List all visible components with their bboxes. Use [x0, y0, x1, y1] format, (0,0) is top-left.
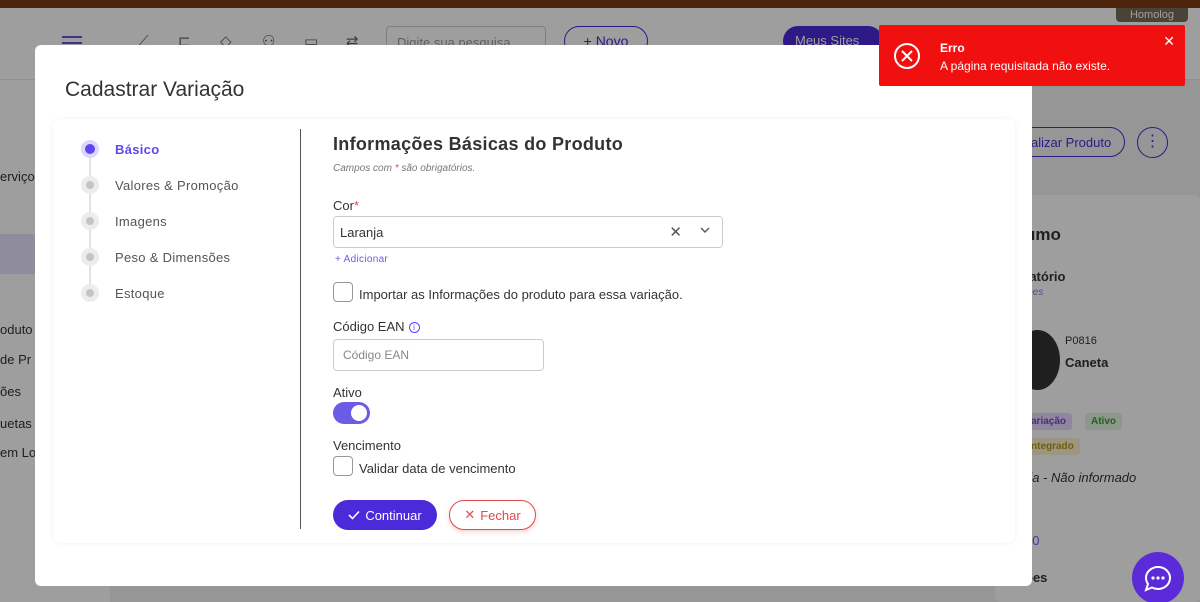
note-prefix: Campos com: [333, 163, 392, 174]
import-info-label[interactable]: Importar as Informações do produto para …: [359, 287, 683, 302]
info-icon[interactable]: i: [408, 322, 420, 333]
step-basico[interactable]: Básico: [81, 139, 159, 159]
color-selected-value: Laranja: [340, 225, 384, 240]
step-dot: [81, 284, 99, 302]
step-label: Básico: [115, 141, 160, 157]
step-estoque[interactable]: Estoque: [81, 283, 165, 303]
active-toggle[interactable]: [333, 402, 370, 424]
step-dot: [81, 248, 99, 266]
required-star: *: [394, 163, 399, 174]
required-fields-note: Campos com * são obrigatórios.: [333, 163, 475, 174]
required-star: *: [353, 198, 360, 213]
toast-title: Erro: [940, 41, 965, 55]
import-info-checkbox[interactable]: [333, 282, 353, 302]
ean-input[interactable]: [333, 339, 544, 371]
modal-title: Cadastrar Variação: [65, 78, 245, 101]
toggle-knob: [351, 405, 367, 421]
ean-label: Código EAN i: [333, 319, 420, 334]
color-label: Cor*: [333, 198, 359, 213]
chevron-down-icon[interactable]: [700, 225, 710, 235]
step-label: Peso & Dimensões: [115, 249, 231, 265]
close-icon[interactable]: ✕: [1163, 33, 1175, 50]
clear-icon[interactable]: ✕: [669, 223, 682, 241]
step-label: Valores & Promoção: [115, 177, 239, 193]
color-select[interactable]: Laranja ✕: [333, 216, 723, 248]
step-label: Estoque: [115, 285, 165, 301]
close-button[interactable]: ✕ Fechar: [449, 500, 536, 530]
validate-expiry-label[interactable]: Validar data de vencimento: [359, 461, 516, 476]
close-icon: ✕: [464, 507, 476, 522]
step-dot: [81, 212, 99, 230]
color-label-text: Cor: [333, 198, 354, 213]
active-label: Ativo: [333, 385, 362, 400]
chat-button[interactable]: [1132, 552, 1184, 602]
step-valores-promocao[interactable]: Valores & Promoção: [81, 175, 239, 195]
form-title: Informações Básicas do Produto: [333, 134, 624, 154]
ean-label-text: Código EAN: [333, 319, 405, 334]
step-peso-dimensoes[interactable]: Peso & Dimensões: [81, 247, 230, 267]
expiry-label: Vencimento: [333, 438, 401, 453]
add-color-link[interactable]: + Adicionar: [335, 254, 388, 265]
error-toast: Erro A página requisitada não existe. ✕: [879, 25, 1185, 86]
check-icon: [348, 510, 360, 520]
vertical-divider: [300, 129, 301, 529]
error-circle-icon: [894, 43, 920, 69]
chat-icon: [1144, 566, 1171, 592]
step-active-dot: [81, 140, 99, 158]
continue-button[interactable]: Continuar: [333, 500, 437, 530]
variation-modal: Cadastrar Variação Básico Valores & Prom…: [35, 45, 1032, 586]
close-label: Fechar: [480, 507, 521, 523]
validate-expiry-checkbox[interactable]: [333, 456, 353, 476]
note-suffix: são obrigatórios.: [401, 163, 476, 174]
step-dot: [81, 176, 99, 194]
step-label: Imagens: [115, 213, 167, 229]
step-imagens[interactable]: Imagens: [81, 211, 167, 231]
modal-card: Básico Valores & Promoção Imagens Peso &…: [53, 119, 1015, 543]
toast-message: A página requisitada não existe.: [940, 59, 1111, 73]
continue-label: Continuar: [365, 507, 422, 523]
